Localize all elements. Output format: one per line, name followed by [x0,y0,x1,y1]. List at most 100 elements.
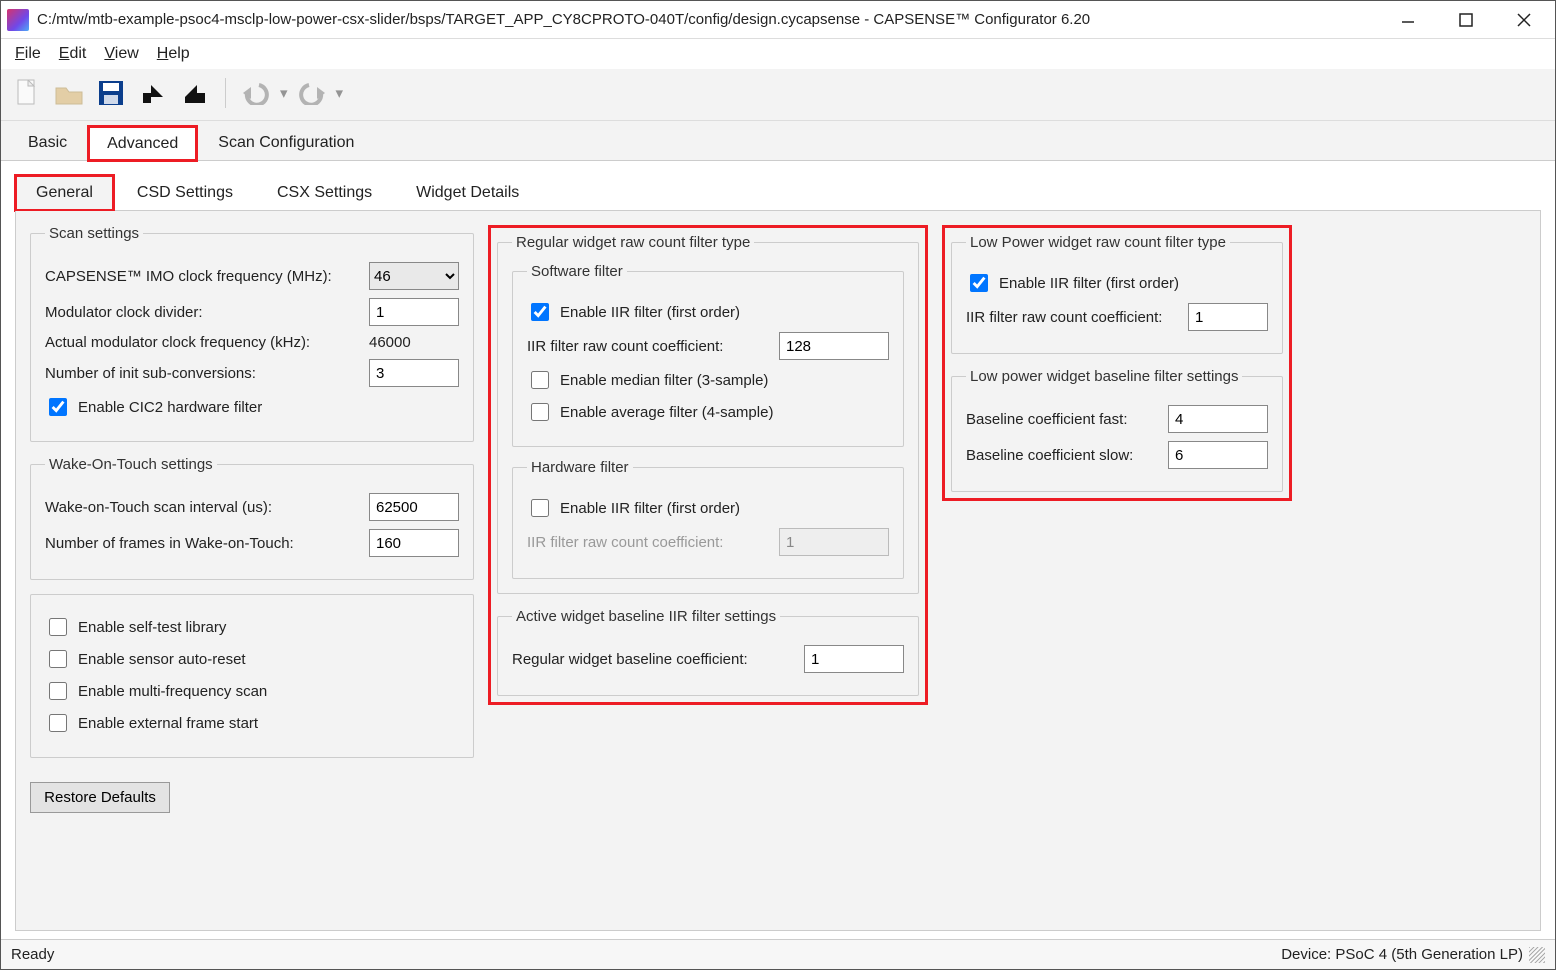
window-controls [1397,9,1549,31]
checkbox-sw-iir[interactable] [531,303,549,321]
checkbox-hw-iir[interactable] [531,499,549,517]
close-button[interactable] [1513,9,1535,31]
titlebar: C:/mtw/mtb-example-psoc4-msclp-low-power… [1,1,1555,39]
tab-csx-settings[interactable]: CSX Settings [256,175,393,210]
restore-defaults-button[interactable]: Restore Defaults [30,782,170,813]
value-actual-mod-freq: 46000 [369,334,459,351]
sub-tabstrip: General CSD Settings CSX Settings Widget… [15,175,1541,211]
window-title: C:/mtw/mtb-example-psoc4-msclp-low-power… [37,11,1397,28]
input-mod-divider[interactable] [369,298,459,326]
label-average: Enable average filter (4-sample) [560,404,773,421]
label-mod-divider: Modulator clock divider: [45,304,361,321]
col-middle: Regular widget raw count filter type Sof… [488,225,928,705]
legend-active-baseline: Active widget baseline IIR filter settin… [512,608,780,625]
label-lp-iir-coef: IIR filter raw count coefficient: [966,309,1180,326]
legend-lp-baseline: Low power widget baseline filter setting… [966,368,1242,385]
menu-file[interactable]: File [15,45,41,63]
tab-basic[interactable]: Basic [9,125,86,160]
menu-edit[interactable]: Edit [59,45,87,63]
input-sw-iir-coef[interactable] [779,332,889,360]
input-lp-iir-coef[interactable] [1188,303,1268,331]
input-wot-frames[interactable] [369,529,459,557]
label-reg-baseline-coef: Regular widget baseline coefficient: [512,651,796,668]
label-hw-iir: Enable IIR filter (first order) [560,500,740,517]
group-active-baseline: Active widget baseline IIR filter settin… [497,608,919,696]
checkbox-multifreq[interactable] [49,682,67,700]
checkbox-median[interactable] [531,371,549,389]
legend-software-filter: Software filter [527,263,627,280]
group-lp-baseline: Low power widget baseline filter setting… [951,368,1283,492]
label-sw-iir-coef: IIR filter raw count coefficient: [527,338,771,355]
input-reg-baseline-coef[interactable] [804,645,904,673]
input-hw-iir-coef [779,528,889,556]
checkbox-lp-iir[interactable] [970,274,988,292]
status-left: Ready [11,946,54,963]
label-multifreq: Enable multi-frequency scan [78,683,267,700]
group-regular-filter: Regular widget raw count filter type Sof… [497,234,919,594]
toolbar-separator [225,78,226,108]
undo-dropdown-icon[interactable]: ▾ [280,84,288,102]
app-icon [7,9,29,31]
menu-view[interactable]: View [104,45,138,63]
label-imo-freq: CAPSENSE™ IMO clock frequency (MHz): [45,268,361,285]
status-right: Device: PSoC 4 (5th Generation LP) [1281,946,1523,963]
label-sw-iir: Enable IIR filter (first order) [560,304,740,321]
main-tabstrip: Basic Advanced Scan Configuration [1,121,1555,161]
checkbox-average[interactable] [531,403,549,421]
checkbox-extframe[interactable] [49,714,67,732]
redo-dropdown-icon[interactable]: ▾ [336,84,344,102]
label-lp-iir: Enable IIR filter (first order) [999,275,1179,292]
resize-grip-icon[interactable] [1529,947,1545,963]
new-file-icon[interactable] [9,75,45,111]
export-icon[interactable] [177,75,213,111]
general-panel: Scan settings CAPSENSE™ IMO clock freque… [15,211,1541,931]
group-hardware-filter: Hardware filter Enable IIR filter (first… [512,459,904,579]
label-init-subconv: Number of init sub-conversions: [45,365,361,382]
checkbox-selftest[interactable] [49,618,67,636]
input-lp-fast[interactable] [1168,405,1268,433]
input-wot-interval[interactable] [369,493,459,521]
legend-wot: Wake-On-Touch settings [45,456,217,473]
menubar: File Edit View Help [1,39,1555,69]
label-wot-interval: Wake-on-Touch scan interval (us): [45,499,361,516]
undo-icon[interactable] [238,75,274,111]
maximize-button[interactable] [1455,9,1477,31]
menu-help[interactable]: Help [157,45,190,63]
select-imo-freq[interactable]: 46 [369,262,459,290]
group-scan-settings: Scan settings CAPSENSE™ IMO clock freque… [30,225,474,442]
statusbar: Ready Device: PSoC 4 (5th Generation LP) [1,939,1555,969]
label-lp-fast: Baseline coefficient fast: [966,411,1160,428]
group-lp-filter: Low Power widget raw count filter type E… [951,234,1283,354]
import-icon[interactable] [135,75,171,111]
legend-regular-filter: Regular widget raw count filter type [512,234,754,251]
input-lp-slow[interactable] [1168,441,1268,469]
label-cic2: Enable CIC2 hardware filter [78,399,262,416]
tab-widget-details[interactable]: Widget Details [395,175,540,210]
label-median: Enable median filter (3-sample) [560,372,768,389]
group-misc-options: Enable self-test library Enable sensor a… [30,594,474,758]
label-hw-iir-coef: IIR filter raw count coefficient: [527,534,771,551]
group-software-filter: Software filter Enable IIR filter (first… [512,263,904,447]
tab-scan-configuration[interactable]: Scan Configuration [199,125,373,160]
save-icon[interactable] [93,75,129,111]
tab-general[interactable]: General [15,175,114,211]
legend-hardware-filter: Hardware filter [527,459,633,476]
tab-csd-settings[interactable]: CSD Settings [116,175,254,210]
toolbar: ▾ ▾ [1,69,1555,121]
group-wake-on-touch: Wake-On-Touch settings Wake-on-Touch sca… [30,456,474,580]
input-init-subconv[interactable] [369,359,459,387]
checkbox-cic2[interactable] [49,398,67,416]
label-lp-slow: Baseline coefficient slow: [966,447,1160,464]
label-wot-frames: Number of frames in Wake-on-Touch: [45,535,361,552]
checkbox-autoreset[interactable] [49,650,67,668]
minimize-button[interactable] [1397,9,1419,31]
app-window: C:/mtw/mtb-example-psoc4-msclp-low-power… [0,0,1556,970]
open-file-icon[interactable] [51,75,87,111]
label-actual-mod-freq: Actual modulator clock frequency (kHz): [45,334,361,351]
label-extframe: Enable external frame start [78,715,258,732]
label-autoreset: Enable sensor auto-reset [78,651,246,668]
label-selftest: Enable self-test library [78,619,226,636]
tab-advanced[interactable]: Advanced [88,126,197,161]
redo-icon[interactable] [294,75,330,111]
content-area: General CSD Settings CSX Settings Widget… [1,161,1555,939]
